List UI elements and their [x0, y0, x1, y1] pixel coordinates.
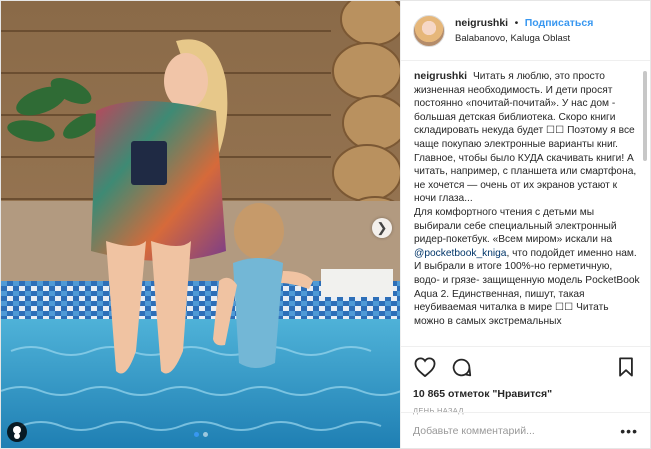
next-slide-button[interactable]: ❯	[372, 218, 392, 238]
avatar[interactable]	[413, 14, 445, 47]
username-link[interactable]: neigrushki	[455, 17, 508, 29]
comment-icon	[452, 358, 471, 376]
header-text: neigrushki • Подписаться Balabanovo, Kal…	[455, 14, 593, 47]
post-actions: 10 865 отметок "Нравится" День назад	[401, 346, 650, 415]
comment-form: •••	[401, 412, 650, 448]
more-options-button[interactable]: •••	[620, 423, 638, 439]
heart-icon	[414, 357, 436, 377]
location-link[interactable]: Balabanovo, Kaluga Oblast	[455, 31, 593, 47]
caption-text: Читать я люблю, это просто жизненная нео…	[414, 71, 637, 205]
post-card: ❯ neigrushki • Подписаться Balabanovo, K…	[0, 0, 651, 449]
caption-text-2: Для комфортного чтения с детьми мы выбир…	[414, 206, 617, 246]
bookmark-button[interactable]	[614, 355, 638, 379]
chevron-right-icon: ❯	[376, 220, 388, 235]
action-icons	[413, 355, 638, 379]
caption-text-3: , что подойдет именно нам. И выбрали в и…	[414, 247, 640, 327]
caption-scrollbar[interactable]	[643, 71, 647, 341]
likes-count[interactable]: 10 865 отметок "Нравится"	[413, 388, 638, 400]
carousel-dot	[202, 432, 208, 437]
mention-link[interactable]: @pocketbook_kniga	[414, 248, 506, 259]
photo-illustration	[1, 1, 400, 448]
post-header: neigrushki • Подписаться Balabanovo, Kal…	[401, 1, 650, 61]
post-photo[interactable]: ❯	[1, 1, 400, 448]
comment-button[interactable]	[449, 355, 473, 379]
separator: •	[514, 17, 519, 29]
post-caption: neigrushki Читать я люблю, это просто жи…	[414, 70, 640, 342]
like-button[interactable]	[413, 355, 437, 379]
comment-input[interactable]	[413, 424, 621, 437]
caption-username[interactable]: neigrushki	[414, 70, 467, 82]
bookmark-icon	[619, 357, 633, 377]
scrollbar-thumb[interactable]	[643, 71, 647, 161]
post-sidebar: neigrushki • Подписаться Balabanovo, Kal…	[400, 1, 650, 448]
carousel-indicator	[1, 424, 400, 442]
follow-button[interactable]: Подписаться	[525, 17, 594, 29]
user-tag-icon[interactable]	[7, 422, 27, 442]
carousel-dot	[193, 432, 199, 437]
